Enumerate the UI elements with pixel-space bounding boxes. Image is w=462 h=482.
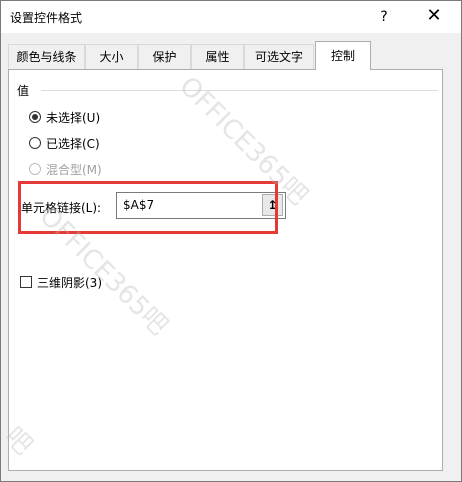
radio-checked-option[interactable]: 已选择(C) [29, 134, 100, 152]
tab-properties[interactable]: 属性 [191, 44, 244, 69]
help-button[interactable]: ? [370, 5, 398, 29]
tab-alt-text[interactable]: 可选文字 [244, 44, 314, 69]
radio-unchecked-option[interactable]: 未选择(U) [29, 108, 100, 126]
tab-control[interactable]: 控制 [315, 41, 371, 70]
tab-size[interactable]: 大小 [85, 44, 138, 69]
cell-link-label: 单元格链接(L): [21, 201, 102, 215]
close-button[interactable]: ✕ [419, 3, 449, 29]
radio-mixed-label: 混合型(M) [46, 162, 102, 177]
tab-protection[interactable]: 保护 [138, 44, 191, 69]
radio-mixed-option: 混合型(M) [29, 160, 102, 178]
cell-link-input[interactable]: $A$7 [116, 192, 286, 219]
value-group-label: 值 [17, 84, 30, 98]
collapse-reference-icon[interactable]: ↥ [262, 194, 283, 216]
radio-button[interactable] [29, 137, 41, 149]
radio-button-disabled [29, 163, 41, 175]
dialog-title: 设置控件格式 [10, 11, 83, 25]
radio-checked-label: 已选择(C) [46, 136, 100, 151]
3d-shading-label: 三维阴影(3) [37, 275, 102, 290]
control-panel: 值 未选择(U) 已选择(C) 混合型(M) 单元格链接(L): $A$7 ↥ … [8, 69, 443, 471]
checkbox[interactable] [20, 276, 32, 288]
group-divider [41, 90, 438, 91]
3d-shading-option[interactable]: 三维阴影(3) [20, 273, 102, 291]
radio-button-selected[interactable] [29, 111, 41, 123]
format-control-dialog: 设置控件格式 ? ✕ 颜色与线条 大小 保护 属性 可选文字 控制 值 未选择(… [0, 0, 462, 482]
radio-unchecked-label: 未选择(U) [46, 110, 101, 125]
title-bar: 设置控件格式 ? ✕ [1, 1, 461, 33]
tab-colors-lines[interactable]: 颜色与线条 [8, 44, 85, 69]
